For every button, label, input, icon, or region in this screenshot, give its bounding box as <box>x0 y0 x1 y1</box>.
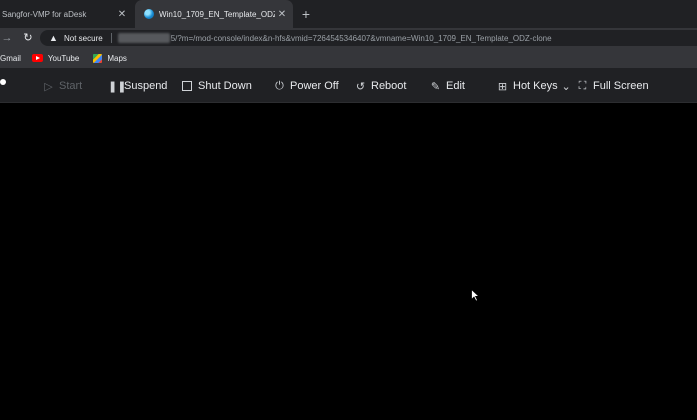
bookmark-label: YouTube <box>47 53 80 63</box>
shut-down-label: Shut Down <box>198 80 252 92</box>
play-icon: ▷ <box>44 80 53 93</box>
hot-keys-dropdown[interactable]: ⊞ Hot Keys ⌄ <box>497 77 572 95</box>
warning-triangle-icon: ▲ <box>49 33 58 43</box>
bookmark-label: Maps <box>107 53 127 63</box>
tab-title: Win10_1709_EN_Template_ODZ- <box>159 9 275 19</box>
new-tab-button[interactable]: + <box>295 0 317 28</box>
tab-sangfor-vmp[interactable]: Sangfor-VMP for aDesk ✕ <box>0 0 133 28</box>
suspend-label: Suspend <box>124 80 168 92</box>
power-icon: ⏻ <box>275 79 284 92</box>
close-icon[interactable]: ✕ <box>275 9 289 20</box>
bookmark-label: Gmail <box>0 53 21 63</box>
start-button[interactable]: ▷ Start <box>43 77 82 95</box>
power-off-label: Power Off <box>290 80 339 92</box>
reboot-icon: ↺ <box>355 80 366 93</box>
bookmarks-bar: Gmail YouTube Maps <box>0 48 697 68</box>
edit-button[interactable]: ✎ Edit <box>430 77 465 95</box>
maps-icon <box>93 53 103 63</box>
sangfor-favicon-icon <box>144 9 154 19</box>
close-icon[interactable]: ✕ <box>115 9 129 20</box>
hot-keys-label: Hot Keys <box>513 80 558 92</box>
reboot-label: Reboot <box>371 80 407 92</box>
full-screen-button[interactable]: ⛶ Full Screen <box>577 77 649 95</box>
menu-dot-icon[interactable] <box>0 79 6 85</box>
power-off-button[interactable]: ⏻ Power Off <box>274 77 339 95</box>
tab-strip: Sangfor-VMP for aDesk ✕ Win10_1709_EN_Te… <box>0 0 697 28</box>
chevron-down-icon: ⌄ <box>561 80 571 93</box>
stop-square-icon <box>182 81 192 91</box>
mouse-pointer-icon <box>471 289 480 302</box>
bookmark-maps[interactable]: Maps <box>93 53 127 63</box>
edit-label: Edit <box>446 80 465 92</box>
shut-down-button[interactable]: Shut Down <box>181 77 252 95</box>
edit-icon: ✎ <box>430 80 441 93</box>
tab-title: Sangfor-VMP for aDesk <box>2 9 87 19</box>
omnibox-divider <box>110 33 112 43</box>
pause-icon: ❚❚ <box>108 80 127 93</box>
url-text: 5/?m=/mod-console/index&n-hfs&vmid=72645… <box>170 33 552 43</box>
reload-icon[interactable]: ↻ <box>21 30 35 46</box>
bookmark-gmail[interactable]: Gmail <box>0 54 21 63</box>
full-screen-icon: ⛶ <box>578 79 587 92</box>
browser-toolbar: → ↻ ▲ Not secure 5/?m=/mod-console/index… <box>0 28 697 48</box>
start-label: Start <box>59 80 83 92</box>
security-indicator[interactable]: Not secure <box>64 34 103 43</box>
redacted-host <box>117 33 170 43</box>
address-bar[interactable]: ▲ Not secure 5/?m=/mod-console/index&n-h… <box>40 30 697 46</box>
tab-vm-console[interactable]: Win10_1709_EN_Template_ODZ- ✕ <box>135 0 293 28</box>
forward-arrow-icon[interactable]: → <box>0 30 14 46</box>
vm-console-display[interactable] <box>0 103 697 420</box>
full-screen-label: Full Screen <box>593 80 649 92</box>
youtube-icon <box>31 54 43 62</box>
bookmark-youtube[interactable]: YouTube <box>31 53 80 63</box>
suspend-button[interactable]: ❚❚ Suspend <box>108 77 167 95</box>
reboot-button[interactable]: ↺ Reboot <box>355 77 407 95</box>
keyboard-icon: ⊞ <box>497 80 508 93</box>
